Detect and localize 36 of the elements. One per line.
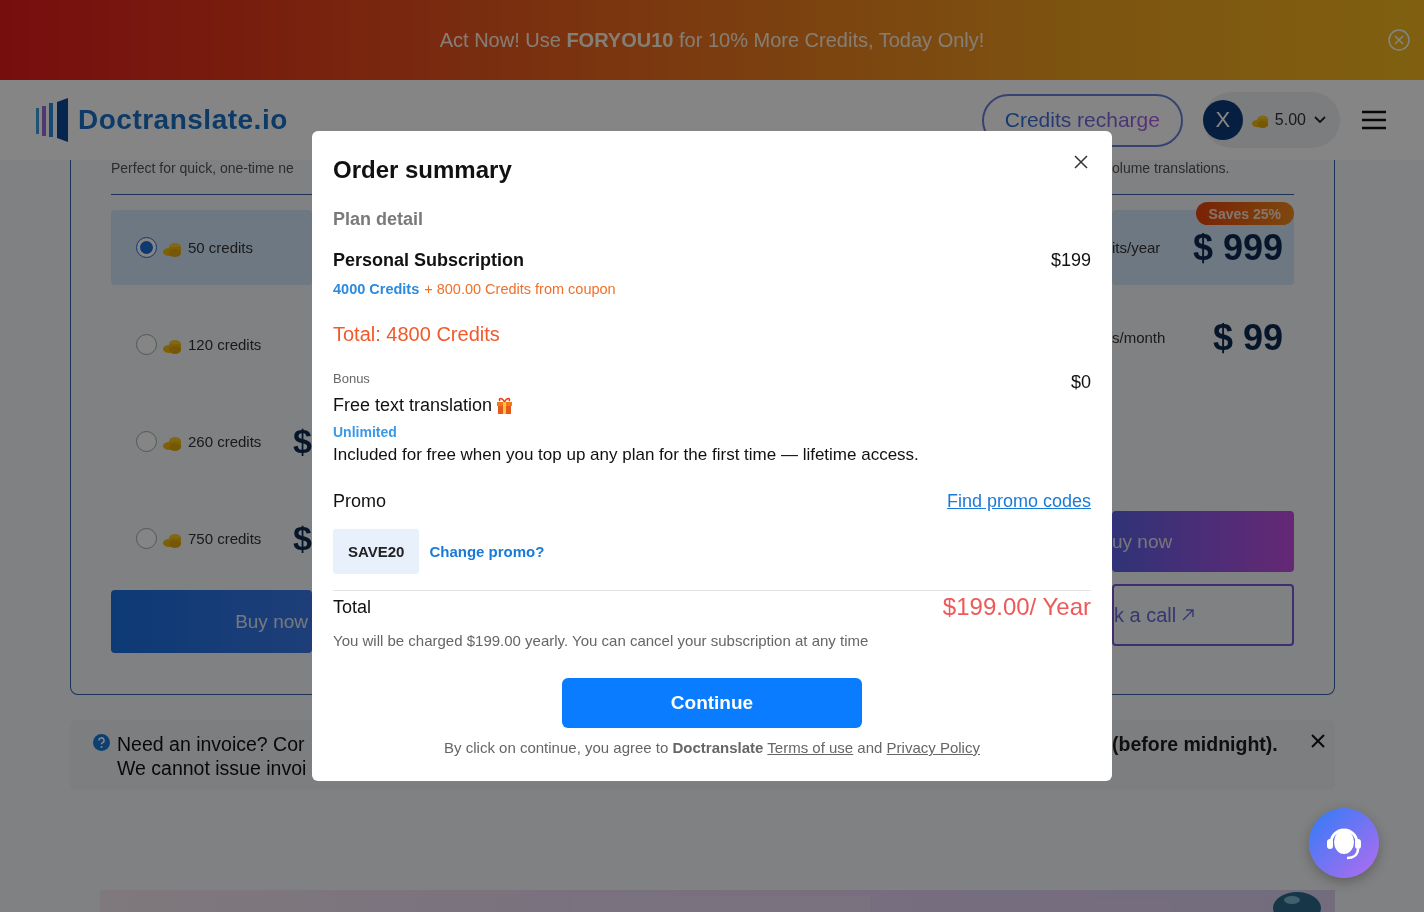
plan-price: $199 — [1050, 249, 1091, 271]
plan-credits: its/year — [1112, 239, 1161, 256]
plan-credits: 4000 Credits — [333, 280, 420, 298]
bonus-label: Bonus — [333, 371, 371, 387]
billing-note: You will be charged $199.00 yearly. You can cancel your subscription at any time — [333, 631, 870, 651]
price: $ 999 — [1192, 226, 1283, 269]
promo-text: Act Now! Use FORYOU10 for 10% More Credits, Today Only! — [439, 28, 985, 52]
agreement-text: By click on continue, you agree to Doctranslate Terms of use and Privacy Policy — [443, 738, 981, 758]
coupon-credits: + 800.00 Credits from coupon — [424, 280, 616, 298]
bonus-price: $0 — [1070, 372, 1091, 392]
discount-badge: Saves 25% — [1195, 202, 1294, 225]
promo-label: Promo — [333, 490, 386, 513]
plan-credits: s/month — [1112, 329, 1166, 346]
plan-name: Personal Subscription — [333, 249, 525, 271]
bonus-description: Included for free when you top up any plan for the first time — lifetime access. — [333, 444, 919, 466]
plan-description: olume translations. — [1112, 159, 1231, 178]
total-price: $199.00/ Year — [942, 592, 1091, 622]
section-heading: Plan detail — [333, 209, 425, 229]
total-label: Total — [333, 596, 372, 619]
price: $ — [293, 519, 312, 558]
credit-amount: 260 credits — [188, 433, 262, 450]
credit-balance: 5.00 — [1274, 111, 1306, 129]
dialog-title: Order summary — [333, 155, 512, 185]
plan-description: Perfect for quick, one-time ne — [111, 159, 295, 178]
notice-text: (before midnight). — [1112, 732, 1278, 756]
notice-text: We cannot issue invoi — [117, 756, 307, 780]
credit-amount: 120 credits — [188, 336, 262, 353]
promo-code: SAVE20 — [333, 529, 420, 574]
credit-amount: 750 credits — [188, 530, 262, 547]
credit-amount: 50 credits — [188, 239, 254, 256]
total-credits: Total: 4800 Credits — [333, 322, 501, 347]
price: $ — [293, 422, 312, 461]
unlimited-tag: Unlimited — [333, 423, 919, 441]
bonus-name: Free text translation — [333, 394, 493, 416]
price: $ 99 — [1212, 316, 1283, 359]
notice-text: Need an invoice? Cor — [117, 732, 306, 756]
